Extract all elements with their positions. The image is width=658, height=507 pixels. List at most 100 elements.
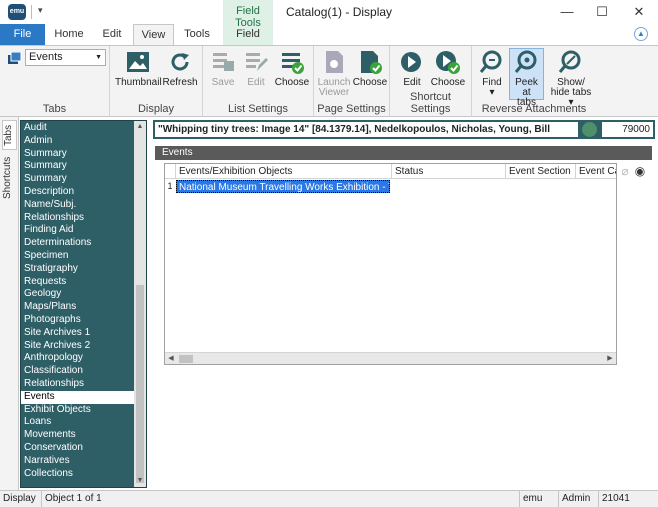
show-hide-tabs-button[interactable]: Show/ hide tabs ▾ — [548, 49, 594, 108]
reverse-attachments-label: Reverse Attachments — [481, 103, 587, 115]
list-save-button[interactable]: Save — [208, 49, 238, 88]
event-cell[interactable]: National Museum Travelling Works Exhibit… — [176, 180, 390, 193]
status-bar: Display Object 1 of 1 emu Admin 21041 — [0, 490, 658, 507]
shortcut-choose-label: Choose — [430, 77, 466, 88]
sidebar-item[interactable]: Summary — [21, 160, 134, 173]
sidebar-item[interactable]: Geology — [21, 288, 134, 301]
scroll-up-icon[interactable]: ▲ — [134, 121, 146, 133]
launch-viewer-label-2: Viewer — [318, 87, 350, 98]
page-settings-group: Launch Viewer Choose Page Settings — [314, 46, 390, 117]
scroll-right-icon[interactable]: ▶ — [604, 353, 616, 365]
section-cell[interactable] — [506, 180, 574, 193]
scroll-down-icon[interactable]: ▼ — [134, 475, 146, 487]
sidebar-item[interactable]: Movements — [21, 429, 134, 442]
sidebar-item[interactable]: Stratigraphy — [21, 263, 134, 276]
sidebar-item[interactable]: Summary — [21, 173, 134, 186]
sidebar-item[interactable]: Determinations — [21, 237, 134, 250]
tab-tools[interactable]: Tools — [178, 24, 216, 45]
shortcut-edit-label: Edit — [403, 77, 421, 88]
table-row[interactable]: 1 National Museum Travelling Works Exhib… — [165, 180, 616, 193]
list-choose-button[interactable]: Choose — [274, 49, 310, 88]
shortcut-settings-label: Shortcut Settings — [410, 91, 451, 115]
h-scroll-thumb[interactable] — [179, 355, 193, 363]
list-edit-label: Edit — [247, 77, 265, 88]
shortcut-settings-group: Edit Choose Shortcut Settings — [390, 46, 472, 117]
sidebar-item[interactable]: Collections — [21, 468, 134, 481]
tabs-group: Events ▼ Tabs — [0, 46, 110, 117]
column-event-section[interactable]: Event Section — [505, 164, 575, 179]
close-button[interactable]: ✕ — [627, 2, 651, 22]
find-icon — [479, 50, 502, 73]
sidebar-scrollbar[interactable]: ▲ ▼ — [134, 121, 146, 487]
grid-header: Events/Exhibition Objects Status Event S… — [165, 164, 616, 179]
column-event-cata[interactable]: Event Cata — [575, 164, 616, 179]
find-dropdown-icon: ▾ — [489, 87, 495, 98]
tab-list: ▲ ▼ Audit Admin Summary Summary Summary Descr… — [20, 120, 147, 488]
sidebar-item[interactable]: Loans — [21, 416, 134, 429]
tab-view[interactable]: View — [133, 24, 174, 46]
peek-label-1: Peek at — [515, 77, 538, 98]
sidebar-item[interactable]: Audit — [21, 122, 134, 135]
paperclip-icon[interactable]: ⌀ — [618, 165, 632, 177]
tab-shortcuts[interactable]: Shortcuts — [2, 154, 17, 202]
minimize-button[interactable]: — — [555, 2, 579, 22]
tab-select-dropdown[interactable]: Events ▼ — [25, 49, 106, 66]
sidebar-item[interactable]: Narratives — [21, 455, 134, 468]
refresh-button[interactable]: Refresh — [162, 49, 198, 88]
shortcut-choose-icon — [436, 51, 460, 74]
sidebar-item[interactable]: Maps/Plans — [21, 301, 134, 314]
page-choose-button[interactable]: Choose — [352, 49, 388, 88]
emu-app-icon[interactable]: emu — [8, 4, 26, 20]
sidebar-item[interactable]: Site Archives 2 — [21, 340, 134, 353]
thumbnail-button[interactable]: Thumbnail — [115, 49, 162, 88]
scroll-thumb[interactable] — [136, 285, 144, 483]
tab-tabs[interactable]: Tabs — [2, 120, 17, 150]
list-choose-label: Choose — [274, 77, 310, 88]
find-button[interactable]: Find ▾ — [476, 49, 508, 98]
record-number: 79000 — [602, 122, 653, 137]
sidebar-item[interactable]: Photographs — [21, 314, 134, 327]
page-choose-icon — [361, 51, 382, 74]
window-title: Catalog(1) - Display — [286, 5, 393, 19]
horizontal-scrollbar[interactable]: ◀ ▶ — [165, 352, 616, 364]
sidebar-item[interactable]: Specimen — [21, 250, 134, 263]
scroll-left-icon[interactable]: ◀ — [165, 353, 177, 365]
sidebar-item[interactable]: Admin — [21, 135, 134, 148]
cata-cell[interactable] — [576, 180, 616, 193]
shortcut-choose-button[interactable]: Choose — [430, 49, 466, 88]
sidebar-item[interactable]: Anthropology — [21, 352, 134, 365]
status-cell[interactable] — [392, 180, 504, 193]
tab-file[interactable]: File — [0, 24, 45, 45]
reverse-attachments-group: Find ▾ Peek at tabs Show/ hide tabs ▾ Re… — [472, 46, 596, 117]
launch-viewer-button[interactable]: Launch Viewer — [317, 49, 351, 98]
sidebar-item[interactable]: Requests — [21, 276, 134, 289]
globe-icon[interactable] — [582, 122, 597, 137]
tab-home[interactable]: Home — [50, 24, 88, 45]
sidebar-item[interactable]: Events — [21, 390, 134, 404]
sidebar-item[interactable]: Relationships — [21, 378, 134, 391]
sidebar-item[interactable]: Exhibit Objects — [21, 404, 134, 417]
page-settings-label: Page Settings — [317, 103, 386, 115]
peek-at-tabs-button[interactable]: Peek at tabs — [509, 48, 544, 108]
sidebar-item[interactable]: Relationships — [21, 212, 134, 225]
sidebar-item[interactable]: Name/Subj. — [21, 199, 134, 212]
ribbon-collapse-icon[interactable]: ▲ — [634, 27, 648, 41]
save-list-icon — [213, 53, 234, 71]
column-status[interactable]: Status — [391, 164, 505, 179]
eye-icon[interactable]: ◉ — [633, 165, 647, 177]
column-events[interactable]: Events/Exhibition Objects — [175, 164, 391, 179]
sidebar-item[interactable]: Finding Aid — [21, 224, 134, 237]
sidebar-item[interactable]: Description — [21, 186, 134, 199]
tab-edit[interactable]: Edit — [94, 24, 130, 45]
list-edit-button[interactable]: Edit — [241, 49, 271, 88]
shortcut-edit-button[interactable]: Edit — [397, 49, 427, 88]
sidebar-item[interactable]: Classification — [21, 365, 134, 378]
sidebar-item[interactable]: Summary — [21, 148, 134, 161]
sidebar-item[interactable]: Conservation — [21, 442, 134, 455]
maximize-button[interactable]: ☐ — [590, 2, 614, 22]
tab-field[interactable]: Field — [223, 24, 273, 45]
status-db: emu — [520, 491, 559, 507]
quick-access-dropdown-icon[interactable]: ▾ — [38, 5, 43, 16]
sidebar-item[interactable]: Site Archives 1 — [21, 327, 134, 340]
chevron-down-icon: ▼ — [95, 54, 102, 61]
